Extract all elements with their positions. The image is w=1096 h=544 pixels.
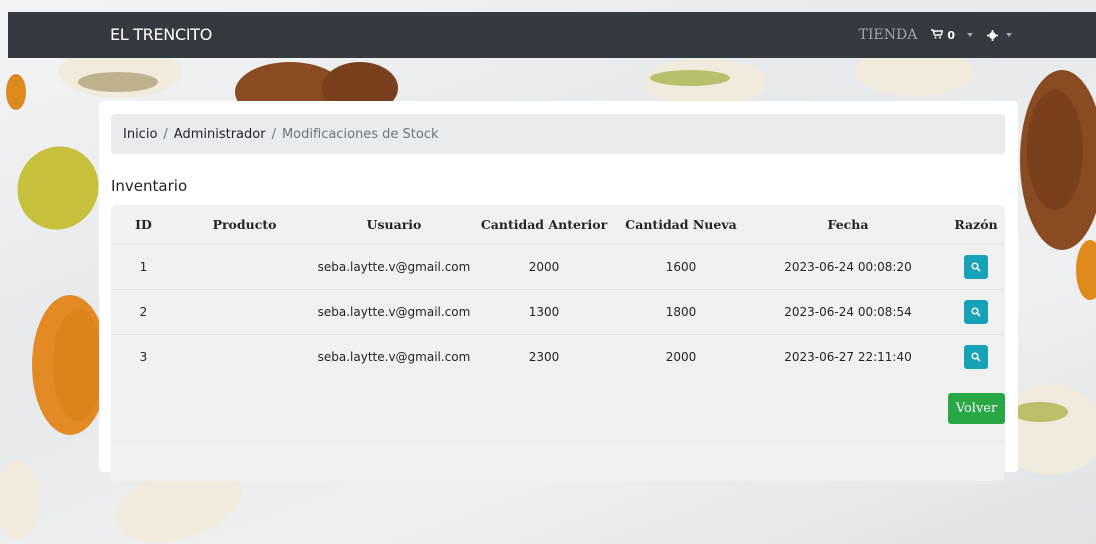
cart-dropdown[interactable]: 0 [931, 29, 973, 42]
table-row: 1 seba.laytte.v@gmail.com 2000 1600 2023… [111, 244, 1005, 290]
cell-id: 2 [111, 289, 176, 335]
gear-icon [987, 26, 998, 45]
stock-table: ID Producto Usuario Cantidad Anterior Ca… [111, 205, 1005, 481]
volver-button[interactable]: Volver [948, 393, 1005, 424]
table-row: 2 seba.laytte.v@gmail.com 1300 1800 2023… [111, 289, 1005, 335]
brand-logo[interactable]: EL TRENCITO [110, 12, 212, 58]
store-link[interactable]: TIENDA [859, 27, 918, 43]
search-icon [971, 352, 981, 362]
chevron-down-icon [967, 33, 973, 37]
divider [111, 441, 1005, 442]
navbar-right: TIENDA 0 [859, 12, 1012, 58]
table-header-row: ID Producto Usuario Cantidad Anterior Ca… [111, 205, 1005, 245]
cell-cantidad-nueva: 1800 [613, 289, 749, 335]
view-reason-button[interactable] [964, 254, 988, 279]
cell-fecha: 2023-06-24 00:08:54 [749, 289, 947, 335]
header-cantidad-anterior: Cantidad Anterior [475, 205, 613, 245]
breadcrumb-administrador[interactable]: Administrador [174, 127, 266, 142]
cell-razon [947, 334, 1005, 379]
cell-usuario: seba.laytte.v@gmail.com [313, 244, 475, 290]
breadcrumb-inicio[interactable]: Inicio [123, 127, 157, 142]
header-usuario: Usuario [313, 205, 475, 245]
cell-cantidad-anterior: 1300 [475, 289, 613, 335]
search-icon [971, 261, 981, 272]
cell-id: 1 [111, 244, 176, 290]
cell-fecha: 2023-06-27 22:11:40 [784, 349, 912, 364]
page-title: Inventario [111, 177, 188, 195]
cell-razon [947, 289, 1005, 335]
breadcrumb-separator: / [271, 126, 276, 142]
cell-cantidad-nueva: 2000 [665, 349, 697, 364]
header-cantidad-nueva: Cantidad Nueva [613, 205, 749, 245]
cell-usuario: seba.laytte.v@gmail.com [317, 349, 471, 364]
view-reason-button[interactable] [964, 299, 988, 324]
chevron-down-icon [1006, 33, 1012, 37]
cell-razon [947, 244, 1005, 290]
cart-icon [931, 28, 944, 42]
cell-cantidad-nueva: 1600 [613, 244, 749, 290]
cart-count: 0 [947, 28, 955, 42]
cell-usuario: seba.laytte.v@gmail.com [313, 289, 475, 335]
top-navbar: EL TRENCITO TIENDA 0 [8, 12, 1096, 58]
table-row: 3 seba.laytte.v@gmail.com 2300 2000 2023… [111, 334, 1005, 379]
cell-producto [176, 244, 313, 290]
breadcrumb-separator: / [163, 126, 168, 142]
search-icon [971, 306, 981, 317]
cell-producto [176, 334, 313, 379]
cell-producto [176, 289, 313, 335]
header-razon: Razón [947, 205, 1005, 245]
cell-id: 3 [139, 349, 148, 364]
cell-cantidad-anterior: 2000 [475, 244, 613, 290]
header-id: ID [111, 205, 176, 245]
settings-dropdown[interactable] [987, 26, 1012, 45]
cell-cantidad-anterior: 2300 [528, 349, 560, 364]
cell-fecha: 2023-06-24 00:08:20 [749, 244, 947, 290]
main-card: Inicio / Administrador / Modificaciones … [99, 101, 1018, 481]
header-producto: Producto [176, 205, 313, 245]
view-reason-button[interactable] [964, 344, 988, 369]
breadcrumb-current: Modificaciones de Stock [281, 126, 439, 142]
breadcrumb: Inicio / Administrador / Modificaciones … [111, 114, 1005, 154]
header-fecha: Fecha [749, 205, 947, 245]
